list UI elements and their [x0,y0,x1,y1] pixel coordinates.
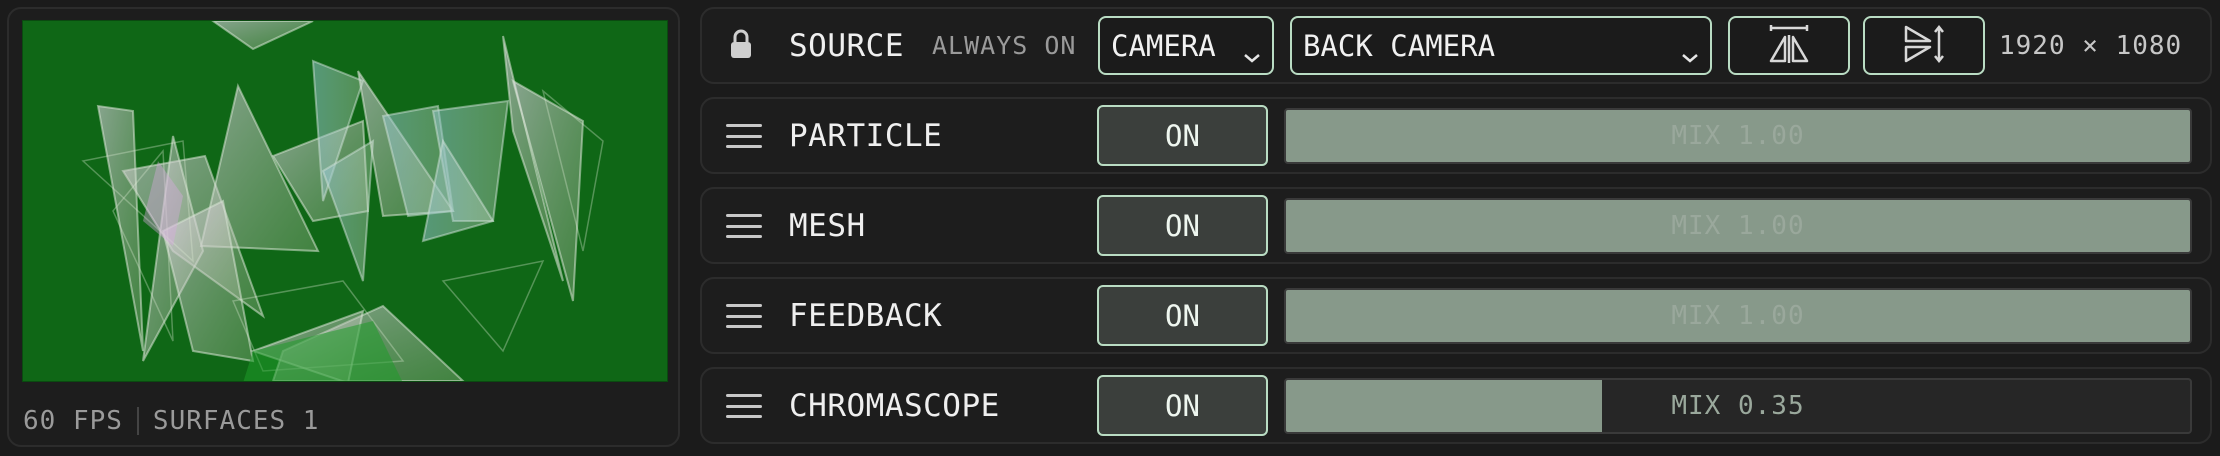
stats-divider [136,407,139,435]
fps-readout: 60 FPS [23,406,123,436]
layer-toggle[interactable]: ON [1097,195,1268,256]
flip-vertical-icon [1902,23,1946,69]
layer-name: MESH [789,207,866,244]
drag-handle-icon[interactable] [726,214,762,238]
mix-slider[interactable]: MIX 0.35 [1284,378,2192,434]
mix-label: MIX 1.00 [1671,301,1805,331]
input-type-value: CAMERA [1111,28,1216,63]
resolution-readout: 1920 × 1080 [1999,30,2183,61]
layer-toggle[interactable]: ON [1097,285,1268,346]
drag-handle-icon[interactable] [726,394,762,418]
flip-vertical-button[interactable] [1863,16,1985,75]
layer-name: PARTICLE [789,117,943,154]
mix-label: MIX 1.00 [1671,211,1805,241]
input-type-select[interactable]: CAMERA [1098,16,1274,75]
drag-handle-icon[interactable] [726,124,762,148]
mix-label: MIX 1.00 [1671,121,1805,151]
mix-slider[interactable]: MIX 1.00 [1284,288,2192,344]
camera-select[interactable]: BACK CAMERA [1290,16,1712,75]
flip-horizontal-button[interactable] [1728,16,1850,75]
layer-row-mesh: MESH ON MIX 1.00 [700,187,2212,264]
layer-toggle[interactable]: ON [1097,105,1268,166]
preview-render [23,21,667,381]
mix-slider[interactable]: MIX 1.00 [1284,198,2192,254]
mix-label: MIX 0.35 [1671,391,1805,421]
layer-toggle[interactable]: ON [1097,375,1268,436]
preview-viewport[interactable] [22,20,668,382]
chevron-down-icon [1681,37,1699,71]
layer-row-feedback: FEEDBACK ON MIX 1.00 [700,277,2212,354]
source-title: SOURCE [789,27,904,64]
preview-panel: 60 FPS SURFACES 1 [7,7,680,447]
layer-row-chromascope: CHROMASCOPE ON MIX 0.35 [700,367,2212,444]
source-status: ALWAYS ON [932,31,1077,60]
layer-row-particle: PARTICLE ON MIX 1.00 [700,97,2212,174]
source-row: SOURCE ALWAYS ON CAMERA BACK CAMERA 1920… [700,7,2212,84]
mix-slider[interactable]: MIX 1.00 [1284,108,2192,164]
lock-icon[interactable] [730,29,752,63]
camera-value: BACK CAMERA [1303,28,1496,63]
flip-horizontal-icon [1767,23,1811,69]
chevron-down-icon [1243,37,1261,71]
layer-name: FEEDBACK [789,297,943,334]
layer-name: CHROMASCOPE [789,387,1000,424]
surfaces-readout: SURFACES 1 [152,406,320,436]
stats-bar: 60 FPS SURFACES 1 [23,401,319,441]
drag-handle-icon[interactable] [726,304,762,328]
